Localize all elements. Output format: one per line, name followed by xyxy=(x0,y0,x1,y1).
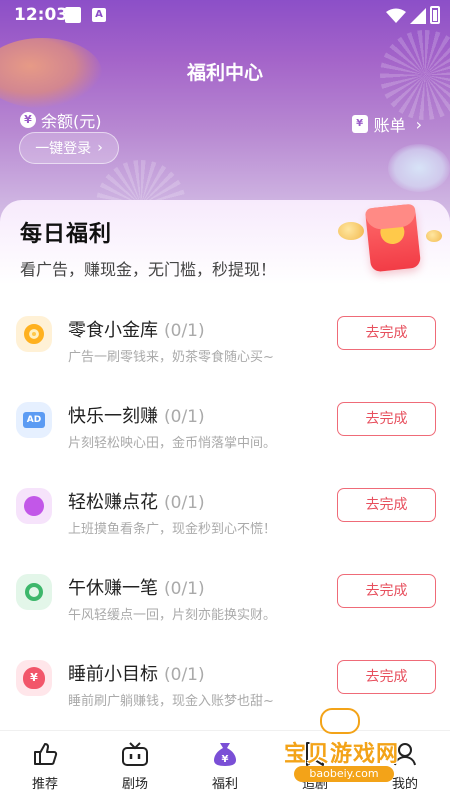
tab-label: 剧场 xyxy=(121,777,148,792)
daily-welfare-card: 每日福利 看广告，赚现金，无门槛，秒提现！ 零食小金库 (0/1) 广告一刷零钱来… xyxy=(0,200,450,730)
task-description: 片刻轻松映心田，金币悄落掌中间。 xyxy=(68,436,277,451)
go-complete-button[interactable]: 去完成 xyxy=(337,660,436,694)
daily-welfare-title: 每日福利 xyxy=(20,222,113,247)
profile-icon xyxy=(390,739,420,769)
money-bag-icon: ¥ xyxy=(16,660,52,696)
tab-follow[interactable]: 追剧 xyxy=(275,739,355,792)
task-name: 轻松赚点花 xyxy=(68,492,158,513)
svg-text:¥: ¥ xyxy=(222,754,229,765)
task-row: 轻松赚点花 (0/1) 上班摸鱼看条广，现金秒到心不慌！ 去完成 xyxy=(0,488,450,574)
balance-text: 余额(元) xyxy=(41,112,102,131)
login-label: 一键登录 xyxy=(35,141,92,157)
decor-bubble xyxy=(388,144,450,192)
tab-recommend[interactable]: 推荐 xyxy=(5,739,85,792)
task-progress: (0/1) xyxy=(164,321,205,341)
task-description: 睡前刷广躺赚钱，现金入账梦也甜~ xyxy=(68,694,274,709)
tab-theater[interactable]: 剧场 xyxy=(95,739,175,792)
task-name: 午休赚一笔 xyxy=(68,578,158,599)
coin-icon xyxy=(338,222,364,240)
tab-label: 我的 xyxy=(391,777,418,792)
ad-icon: AD xyxy=(16,402,52,438)
bill-link[interactable]: ¥ 账单 › xyxy=(351,112,422,136)
tab-mine[interactable]: 我的 xyxy=(365,739,445,792)
yen-icon: ¥ xyxy=(20,112,36,128)
bottom-tab-bar: 推荐 剧场 ¥ 福利 追剧 我的 xyxy=(0,730,450,800)
task-progress: (0/1) xyxy=(164,665,205,685)
balance-label: ¥ 余额(元) xyxy=(20,108,102,132)
task-row: 午休赚一笔 (0/1) 午风轻缓点一回，片刻亦能换实财。 去完成 xyxy=(0,574,450,660)
task-progress: (0/1) xyxy=(164,579,205,599)
task-progress: (0/1) xyxy=(164,493,205,513)
go-complete-button[interactable]: 去完成 xyxy=(337,574,436,608)
keyboard-a-icon: A xyxy=(92,8,106,22)
task-row: 零食小金库 (0/1) 广告一刷零钱来，奶茶零食随心买~ 去完成 xyxy=(0,316,450,402)
chevron-right-icon: › xyxy=(415,114,422,134)
task-name: 快乐一刻赚 xyxy=(68,406,158,427)
daily-welfare-subtitle: 看广告，赚现金，无门槛，秒提现！ xyxy=(20,260,277,279)
battery-icon xyxy=(430,6,440,24)
go-complete-button[interactable]: 去完成 xyxy=(337,488,436,522)
bill-icon: ¥ xyxy=(351,115,368,133)
coin-stack-icon xyxy=(16,488,52,524)
status-time: 12:03 xyxy=(14,5,69,25)
bill-label: 账单 xyxy=(373,116,406,135)
go-complete-button[interactable]: 去完成 xyxy=(337,402,436,436)
one-click-login-button[interactable]: 一键登录 › xyxy=(19,132,119,164)
task-description: 广告一刷零钱来，奶茶零食随心买~ xyxy=(68,350,274,365)
status-bar: 12:03 A xyxy=(0,0,450,30)
tab-label: 推荐 xyxy=(31,777,58,792)
go-complete-button[interactable]: 去完成 xyxy=(337,316,436,350)
red-packet-icon xyxy=(364,203,422,273)
tab-welfare[interactable]: ¥ 福利 xyxy=(185,739,265,792)
tab-label: 追剧 xyxy=(301,777,328,792)
coin-icon xyxy=(426,230,442,242)
signal-icon xyxy=(410,8,426,24)
wifi-icon xyxy=(386,8,406,23)
green-ring-icon xyxy=(16,574,52,610)
tv-icon xyxy=(120,739,150,769)
task-progress: (0/1) xyxy=(164,407,205,427)
tab-label: 福利 xyxy=(211,777,238,792)
bookmark-icon xyxy=(300,739,330,769)
page-title: 福利中心 xyxy=(186,62,263,84)
task-row: AD 快乐一刻赚 (0/1) 片刻轻松映心田，金币悄落掌中间。 去完成 xyxy=(0,402,450,488)
snack-coin-icon xyxy=(16,316,52,352)
thumbs-up-icon xyxy=(30,739,60,769)
notification-square-icon xyxy=(65,7,81,23)
task-description: 午风轻缓点一回，片刻亦能换实财。 xyxy=(68,608,277,623)
task-name: 零食小金库 xyxy=(68,320,158,341)
task-description: 上班摸鱼看条广，现金秒到心不慌！ xyxy=(68,522,277,537)
money-bag-icon: ¥ xyxy=(210,739,240,769)
task-name: 睡前小目标 xyxy=(68,664,158,685)
chevron-right-icon: › xyxy=(97,140,103,156)
